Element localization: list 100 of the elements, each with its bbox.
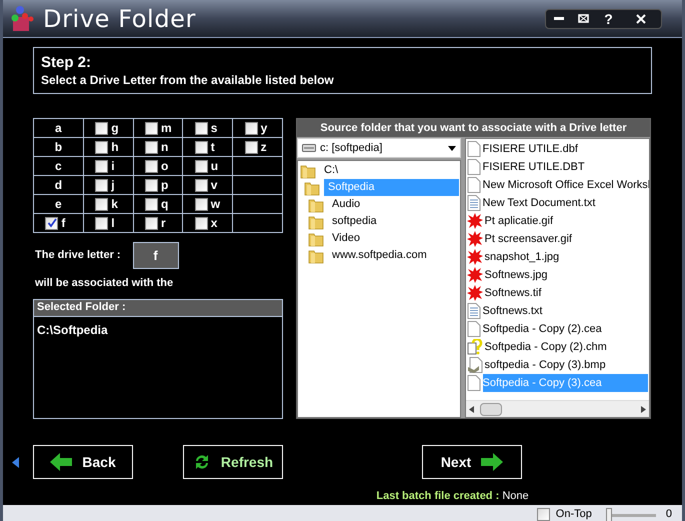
drive-letter: e: [55, 196, 62, 213]
splat-icon: [466, 231, 483, 247]
source-panel-header: Source folder that you want to associate with a Drive letter: [297, 119, 650, 137]
step-title: Step 2:: [41, 54, 92, 72]
file-item[interactable]: Pt aplicatie.gif: [484, 212, 648, 230]
checkbox[interactable]: [194, 160, 208, 172]
drive-letter: o: [160, 158, 170, 175]
folder-item[interactable]: softpedia: [328, 213, 459, 230]
drive-letter: u: [210, 158, 220, 175]
file-item[interactable]: Softnews.txt: [482, 302, 648, 320]
file-item[interactable]: Softpedia - Copy (2).chm: [484, 338, 648, 356]
drive-letter: x: [210, 215, 218, 232]
folder-icon: [304, 180, 320, 196]
restore-icon: [578, 14, 589, 23]
file-item[interactable]: Pt screensaver.gif: [484, 230, 648, 248]
scroll-thumb[interactable]: [480, 402, 502, 416]
file-item[interactable]: softpedia - Copy (3).bmp: [484, 356, 648, 374]
file-item[interactable]: Softnews.tif: [484, 284, 648, 302]
nav-button[interactable]: Refresh: [183, 445, 283, 479]
drive-letter: p: [160, 177, 170, 194]
splat-icon: [466, 213, 483, 229]
checkbox[interactable]: [95, 140, 108, 154]
nav-button[interactable]: Next: [422, 445, 522, 479]
file-item[interactable]: Softpedia - Copy (2).cea: [482, 320, 648, 338]
checkbox[interactable]: [194, 122, 208, 134]
drive-letter: y: [260, 120, 268, 137]
folder-item[interactable]: www.softpedia.com: [328, 247, 459, 264]
checkbox[interactable]: [144, 178, 158, 192]
folder-icon: [300, 162, 316, 178]
left-triangle-icon[interactable]: [12, 456, 19, 468]
folder-icon: [308, 196, 324, 212]
drive-letter: g: [111, 120, 120, 137]
checkbox[interactable]: [45, 216, 58, 230]
folder-icon: [308, 248, 324, 264]
horizontal-scrollbar[interactable]: [466, 400, 649, 417]
selected-folder-path: C:\Softpedia: [36, 322, 109, 338]
scroll-right-icon[interactable]: [641, 406, 646, 412]
drive-letter: l: [111, 215, 116, 232]
drive-letter: h: [111, 139, 120, 156]
drive-letter: j: [111, 177, 116, 194]
checkbox[interactable]: [144, 198, 158, 210]
drive-letter: q: [160, 196, 170, 213]
help-button[interactable]: ?: [596, 10, 621, 28]
folder-item[interactable]: C:\: [320, 162, 459, 179]
checkbox[interactable]: [144, 216, 158, 230]
drive-letter: c: [55, 158, 62, 175]
checkbox[interactable]: [194, 178, 208, 192]
scroll-left-icon[interactable]: [468, 406, 474, 412]
checkbox[interactable]: [194, 140, 208, 154]
nav-button[interactable]: Back: [33, 445, 133, 479]
drive-letter-value: f: [132, 242, 179, 269]
folder-item[interactable]: Audio: [328, 196, 459, 213]
drive-letter: r: [160, 215, 167, 232]
drive-icon: [302, 144, 316, 152]
splat-icon: [466, 267, 483, 283]
right-arrow-icon: [481, 453, 504, 471]
drive-letter: z: [260, 139, 268, 156]
drive-letter: n: [160, 139, 170, 156]
checkbox[interactable]: [95, 178, 108, 192]
drive-letter: w: [210, 196, 221, 213]
folder-item[interactable]: Video: [328, 230, 459, 247]
file-item[interactable]: Softnews.jpg: [484, 266, 648, 284]
checkbox[interactable]: [144, 160, 158, 172]
slider-reading: 0: [666, 507, 672, 521]
drive-letter: b: [54, 139, 62, 156]
drive-letter: i: [111, 158, 116, 175]
checkbox[interactable]: [144, 140, 158, 154]
close-icon: [636, 14, 646, 24]
checkbox[interactable]: [95, 160, 108, 172]
drive-letter: d: [54, 177, 62, 194]
selected-folder-header: Selected Folder :: [34, 300, 282, 316]
checkbox[interactable]: [194, 216, 208, 230]
folder-icon: [308, 230, 324, 246]
step-instruction: Select a Drive Letter from the available listed below: [41, 72, 335, 88]
left-arrow-icon: [50, 453, 72, 471]
checkbox[interactable]: [244, 140, 258, 154]
app-logo-icon: [11, 4, 35, 32]
checkbox[interactable]: [244, 122, 258, 134]
checkbox[interactable]: [194, 198, 208, 210]
drive-letter: f: [61, 215, 66, 232]
drive-letter: s: [210, 120, 218, 137]
drive-letter: v: [210, 177, 218, 194]
checkbox[interactable]: [144, 122, 158, 134]
checkbox[interactable]: [536, 508, 550, 521]
drive-letter: k: [111, 196, 119, 213]
file-item[interactable]: New Text Document.txt: [482, 194, 648, 212]
file-item[interactable]: FISIERE UTILE.DBT: [482, 158, 648, 176]
last-batch-status: Last batch file created : None: [376, 489, 529, 504]
slider-thumb[interactable]: [606, 508, 612, 521]
checkbox[interactable]: [95, 122, 108, 134]
minimize-icon: [554, 16, 564, 20]
splat-icon: [466, 249, 483, 265]
checkbox[interactable]: [95, 216, 108, 230]
drive-letter: t: [210, 139, 216, 156]
checkbox[interactable]: [95, 198, 108, 210]
file-item[interactable]: snapshot_1.jpg: [484, 248, 648, 266]
drive-dropdown[interactable]: c: [softpedia]: [297, 138, 461, 158]
drive-letter: a: [55, 120, 62, 137]
drive-letter-label: The drive letter :: [34, 248, 121, 264]
file-item[interactable]: FISIERE UTILE.dbf: [482, 140, 648, 158]
